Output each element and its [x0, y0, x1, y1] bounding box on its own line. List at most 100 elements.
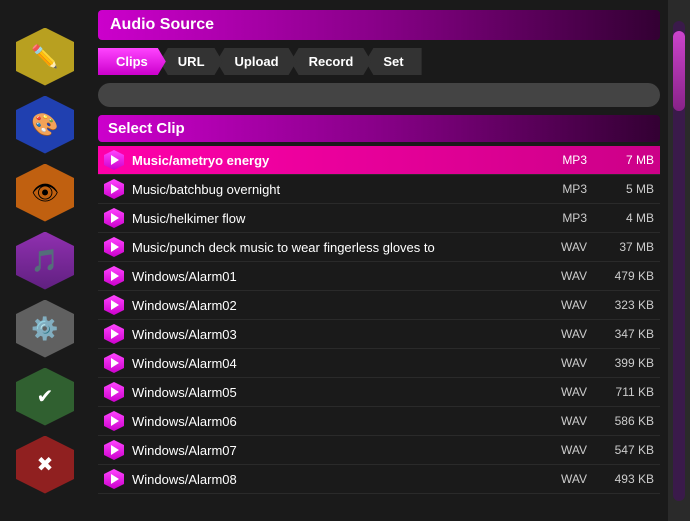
clip-format: WAV	[552, 240, 587, 254]
confirm-button[interactable]: ✔	[16, 368, 74, 426]
clip-name: Windows/Alarm03	[132, 327, 552, 342]
check-icon: ✔	[37, 384, 54, 409]
close-icon: ✖	[37, 452, 54, 477]
play-triangle-icon	[111, 155, 119, 165]
play-button[interactable]	[104, 353, 124, 373]
clip-format: WAV	[552, 327, 587, 341]
play-button[interactable]	[104, 295, 124, 315]
tab-record[interactable]: Record	[291, 48, 372, 75]
clip-item[interactable]: Windows/Alarm02 WAV 323 KB	[98, 291, 660, 320]
play-triangle-icon	[111, 387, 119, 397]
clip-item[interactable]: Windows/Alarm08 WAV 493 KB	[98, 465, 660, 494]
clip-name: Music/punch deck music to wear fingerles…	[132, 240, 552, 255]
clip-item[interactable]: Windows/Alarm04 WAV 399 KB	[98, 349, 660, 378]
play-triangle-icon	[111, 474, 119, 484]
tab-upload[interactable]: Upload	[217, 48, 297, 75]
clip-format: MP3	[552, 211, 587, 225]
play-button[interactable]	[104, 440, 124, 460]
scrollbar-thumb[interactable]	[673, 31, 685, 111]
clip-item[interactable]: Music/punch deck music to wear fingerles…	[98, 233, 660, 262]
scrollbar-area[interactable]	[668, 0, 690, 521]
clip-item[interactable]: Windows/Alarm03 WAV 347 KB	[98, 320, 660, 349]
clip-name: Windows/Alarm01	[132, 269, 552, 284]
play-triangle-icon	[111, 242, 119, 252]
play-triangle-icon	[111, 213, 119, 223]
audio-source-label: Audio Source	[110, 16, 214, 33]
clip-format: WAV	[552, 414, 587, 428]
clip-format: WAV	[552, 472, 587, 486]
play-triangle-icon	[111, 271, 119, 281]
clip-name: Windows/Alarm04	[132, 356, 552, 371]
play-button[interactable]	[104, 150, 124, 170]
eye-icon: 👁	[31, 180, 59, 206]
tab-set[interactable]: Set	[365, 48, 421, 75]
clip-name: Windows/Alarm05	[132, 385, 552, 400]
pencil-icon: ✏️	[31, 44, 58, 70]
clip-item[interactable]: Music/helkimer flow MP3 4 MB	[98, 204, 660, 233]
play-triangle-icon	[111, 300, 119, 310]
clip-name: Windows/Alarm07	[132, 443, 552, 458]
clip-item[interactable]: Windows/Alarm07 WAV 547 KB	[98, 436, 660, 465]
clip-size: 493 KB	[599, 472, 654, 486]
close-button[interactable]: ✖	[16, 436, 74, 494]
clip-name: Music/ametryo energy	[132, 153, 552, 168]
play-triangle-icon	[111, 329, 119, 339]
clip-item[interactable]: Music/batchbug overnight MP3 5 MB	[98, 175, 660, 204]
clip-item[interactable]: Windows/Alarm05 WAV 711 KB	[98, 378, 660, 407]
clip-size: 586 KB	[599, 414, 654, 428]
clip-size: 347 KB	[599, 327, 654, 341]
palette-icon: 🎨	[31, 112, 58, 138]
play-triangle-icon	[111, 445, 119, 455]
clip-name: Windows/Alarm08	[132, 472, 552, 487]
palette-button[interactable]: 🎨	[16, 96, 74, 154]
tab-url[interactable]: URL	[160, 48, 223, 75]
clip-format: WAV	[552, 298, 587, 312]
play-triangle-icon	[111, 184, 119, 194]
clip-format: MP3	[552, 182, 587, 196]
clip-size: 711 KB	[599, 385, 654, 399]
tab-clips[interactable]: Clips	[98, 48, 166, 75]
music-button[interactable]: 🎵	[16, 232, 74, 290]
clip-size: 4 MB	[599, 211, 654, 225]
tab-bar: Clips URL Upload Record Set	[98, 48, 660, 75]
clip-name: Music/helkimer flow	[132, 211, 552, 226]
select-clip-label: Select Clip	[108, 120, 185, 137]
clip-format: MP3	[552, 153, 587, 167]
clip-format: WAV	[552, 269, 587, 283]
play-button[interactable]	[104, 237, 124, 257]
clip-item[interactable]: Music/ametryo energy MP3 7 MB	[98, 146, 660, 175]
clip-format: WAV	[552, 356, 587, 370]
clip-size: 5 MB	[599, 182, 654, 196]
filter-bar[interactable]	[98, 83, 660, 107]
clip-list: Music/ametryo energy MP3 7 MB Music/batc…	[98, 146, 660, 511]
scrollbar-track[interactable]	[673, 21, 685, 501]
play-button[interactable]	[104, 469, 124, 489]
clip-size: 547 KB	[599, 443, 654, 457]
settings-button[interactable]: ⚙️	[16, 300, 74, 358]
play-triangle-icon	[111, 358, 119, 368]
play-button[interactable]	[104, 208, 124, 228]
clip-format: WAV	[552, 385, 587, 399]
clip-size: 37 MB	[599, 240, 654, 254]
play-button[interactable]	[104, 382, 124, 402]
eye-button[interactable]: 👁	[16, 164, 74, 222]
sidebar: ✏️ 🎨 👁 🎵 ⚙️ ✔ ✖	[0, 0, 90, 521]
clip-name: Windows/Alarm06	[132, 414, 552, 429]
clip-item[interactable]: Windows/Alarm01 WAV 479 KB	[98, 262, 660, 291]
play-button[interactable]	[104, 179, 124, 199]
main-panel: Audio Source Clips URL Upload Record Set…	[90, 0, 668, 521]
play-button[interactable]	[104, 411, 124, 431]
gear-icon: ⚙️	[31, 316, 58, 342]
select-clip-header: Select Clip	[98, 115, 660, 142]
clip-name: Windows/Alarm02	[132, 298, 552, 313]
play-triangle-icon	[111, 416, 119, 426]
clip-name: Music/batchbug overnight	[132, 182, 552, 197]
play-button[interactable]	[104, 324, 124, 344]
clip-item[interactable]: Windows/Alarm06 WAV 586 KB	[98, 407, 660, 436]
play-button[interactable]	[104, 266, 124, 286]
edit-button[interactable]: ✏️	[16, 28, 74, 86]
clip-size: 479 KB	[599, 269, 654, 283]
clip-size: 323 KB	[599, 298, 654, 312]
clip-format: WAV	[552, 443, 587, 457]
clip-size: 7 MB	[599, 153, 654, 167]
